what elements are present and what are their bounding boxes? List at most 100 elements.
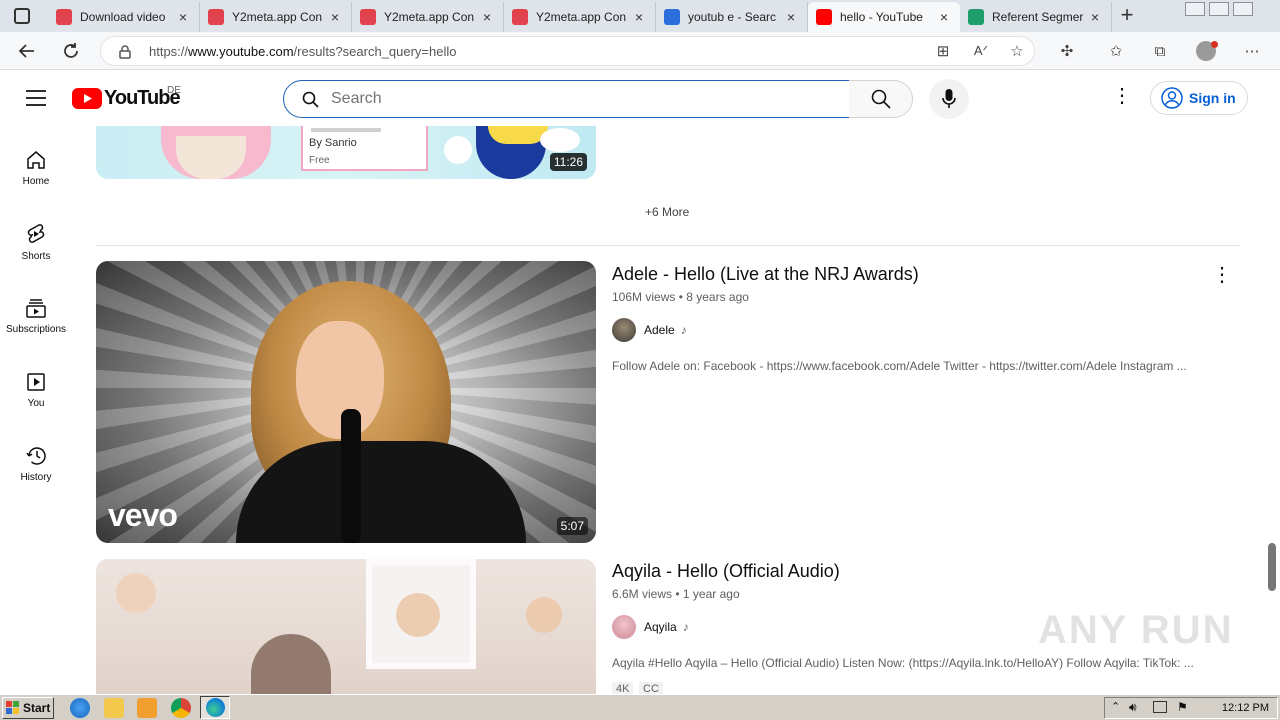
browser-toolbar: https://www.youtube.com/results?search_q…: [0, 32, 1280, 70]
browser-tab-strip: Download video × Y2meta.app Con × Y2meta.app…: [0, 0, 1280, 32]
browser-tab[interactable]: Y2meta.app Con ×: [352, 2, 504, 32]
sidebar-item-subscriptions[interactable]: Subscriptions: [0, 284, 72, 348]
character-illustration: [540, 128, 580, 152]
add-favorite-icon[interactable]: ☆: [1007, 41, 1027, 61]
file-explorer-icon[interactable]: [104, 698, 124, 718]
edge-icon: [206, 698, 225, 717]
sidebar-item-shorts[interactable]: Shorts: [0, 210, 72, 274]
system-tray: ⌃ 🔊︎ ⚑ 12:12 PM: [1104, 697, 1278, 719]
music-note-icon: ♪: [680, 323, 687, 337]
browser-tab[interactable]: hello - YouTube ×: [808, 2, 960, 32]
anyrun-watermark: ANY RUN: [1038, 608, 1234, 652]
maximize-button[interactable]: [1209, 2, 1229, 16]
collections-icon[interactable]: ⧉: [1150, 41, 1170, 61]
close-tab-icon[interactable]: ×: [327, 9, 343, 25]
video-meta: 106M views • 8 years ago: [612, 290, 749, 304]
chrome-icon[interactable]: [171, 698, 191, 718]
home-icon: [27, 150, 45, 169]
start-button[interactable]: Start: [2, 697, 54, 719]
channel-link[interactable]: Aqyila ♪: [612, 615, 689, 639]
character-illustration: [444, 136, 472, 164]
close-tab-icon[interactable]: ×: [479, 9, 495, 25]
sidebar-item-history[interactable]: History: [0, 432, 72, 496]
close-tab-icon[interactable]: ×: [1087, 9, 1103, 25]
browser-tab[interactable]: youtub e - Searc ×: [656, 2, 808, 32]
network-icon[interactable]: [1153, 701, 1167, 713]
channel-link[interactable]: Adele ♪: [612, 318, 687, 342]
internet-explorer-icon[interactable]: [70, 698, 90, 718]
search-box[interactable]: [283, 80, 850, 118]
vevo-logo: vevo: [108, 497, 178, 533]
tab-title: youtub e - Searc: [688, 10, 777, 24]
close-tab-icon[interactable]: ×: [175, 9, 191, 25]
search-button[interactable]: [849, 80, 913, 118]
flag-icon[interactable]: ⚑: [1177, 700, 1188, 714]
edge-taskbar-button[interactable]: [200, 696, 230, 719]
address-bar[interactable]: https://www.youtube.com/results?search_q…: [100, 36, 1035, 66]
voice-search-button[interactable]: [929, 79, 969, 119]
favorites-icon[interactable]: ✩: [1106, 41, 1126, 61]
lock-icon: [119, 45, 131, 59]
scrollbar-thumb[interactable]: [1268, 543, 1276, 591]
channel-name: Aqyila: [644, 620, 677, 634]
tab-title: Download video: [80, 10, 166, 24]
more-results-button[interactable]: +6 More: [645, 205, 689, 219]
settings-more-icon[interactable]: ⋯: [1242, 41, 1262, 61]
singer-face: [296, 321, 384, 439]
sidebar-item-you[interactable]: You: [0, 358, 72, 422]
browser-tab[interactable]: Download video ×: [48, 2, 200, 32]
windows-logo-icon: [6, 701, 19, 714]
profile-status-dot: [1211, 41, 1218, 48]
browser-tab[interactable]: Referent Segmer ×: [960, 2, 1112, 32]
browser-tab[interactable]: Y2meta.app Con ×: [200, 2, 352, 32]
youtube-logo[interactable]: YouTube: [72, 87, 181, 110]
subscriptions-icon: [26, 298, 46, 318]
music-note-icon: ♪: [682, 620, 689, 634]
minimize-button[interactable]: [1185, 2, 1205, 16]
video-title[interactable]: Aqyila - Hello (Official Audio): [612, 561, 840, 582]
tab-title: hello - YouTube: [840, 10, 923, 24]
account-icon: [1161, 87, 1183, 109]
app-price: Free: [309, 155, 330, 166]
tab-favicon-icon: [816, 9, 832, 25]
browser-tab[interactable]: Y2meta.app Con ×: [504, 2, 656, 32]
tab-favicon-icon: [512, 9, 528, 25]
app-available-icon[interactable]: ⊞: [933, 41, 953, 61]
close-window-button[interactable]: [1233, 2, 1253, 16]
section-divider: [96, 245, 1240, 246]
search-input[interactable]: [331, 89, 811, 109]
extensions-icon[interactable]: ✣: [1057, 41, 1077, 61]
microphone-icon: [942, 89, 956, 108]
back-button[interactable]: [12, 36, 42, 66]
channel-name: Adele: [644, 323, 675, 337]
video-title[interactable]: Adele - Hello (Live at the NRJ Awards): [612, 264, 919, 285]
tab-title: Y2meta.app Con: [232, 10, 323, 24]
read-aloud-icon[interactable]: Aᐟ: [971, 41, 991, 61]
sidebar-item-home[interactable]: Home: [0, 136, 72, 200]
history-icon: [26, 446, 46, 465]
reload-button[interactable]: [56, 36, 86, 66]
sign-in-label: Sign in: [1189, 90, 1236, 106]
video-duration: 11:26: [549, 153, 587, 171]
menu-icon[interactable]: [26, 89, 46, 107]
settings-more-icon[interactable]: ⋮: [1112, 86, 1132, 107]
close-tab-icon[interactable]: ×: [631, 9, 647, 25]
avatar: [612, 615, 636, 639]
new-tab-button[interactable]: +: [1116, 4, 1138, 26]
close-tab-icon[interactable]: ×: [936, 9, 952, 25]
sign-in-button[interactable]: Sign in: [1150, 81, 1248, 115]
video-options-icon[interactable]: ⋮: [1212, 262, 1232, 286]
app-author: By Sanrio: [309, 137, 357, 149]
url-text: https://www.youtube.com/results?search_q…: [149, 44, 457, 59]
video-thumbnail[interactable]: [96, 559, 596, 694]
media-player-icon[interactable]: [137, 698, 157, 718]
video-thumbnail[interactable]: vevo 5:07: [96, 261, 596, 543]
close-tab-icon[interactable]: ×: [783, 9, 799, 25]
search-icon: [871, 89, 891, 109]
tab-title: Y2meta.app Con: [536, 10, 627, 24]
tray-expand-icon[interactable]: ⌃: [1111, 700, 1120, 713]
youtube-header: YouTube DE ⋮ Sign in: [0, 70, 1280, 126]
volume-icon[interactable]: 🔊︎: [1129, 700, 1137, 715]
top-card-thumbnail[interactable]: By Sanrio Free 11:26: [96, 126, 596, 179]
tab-actions-icon[interactable]: [14, 8, 30, 24]
